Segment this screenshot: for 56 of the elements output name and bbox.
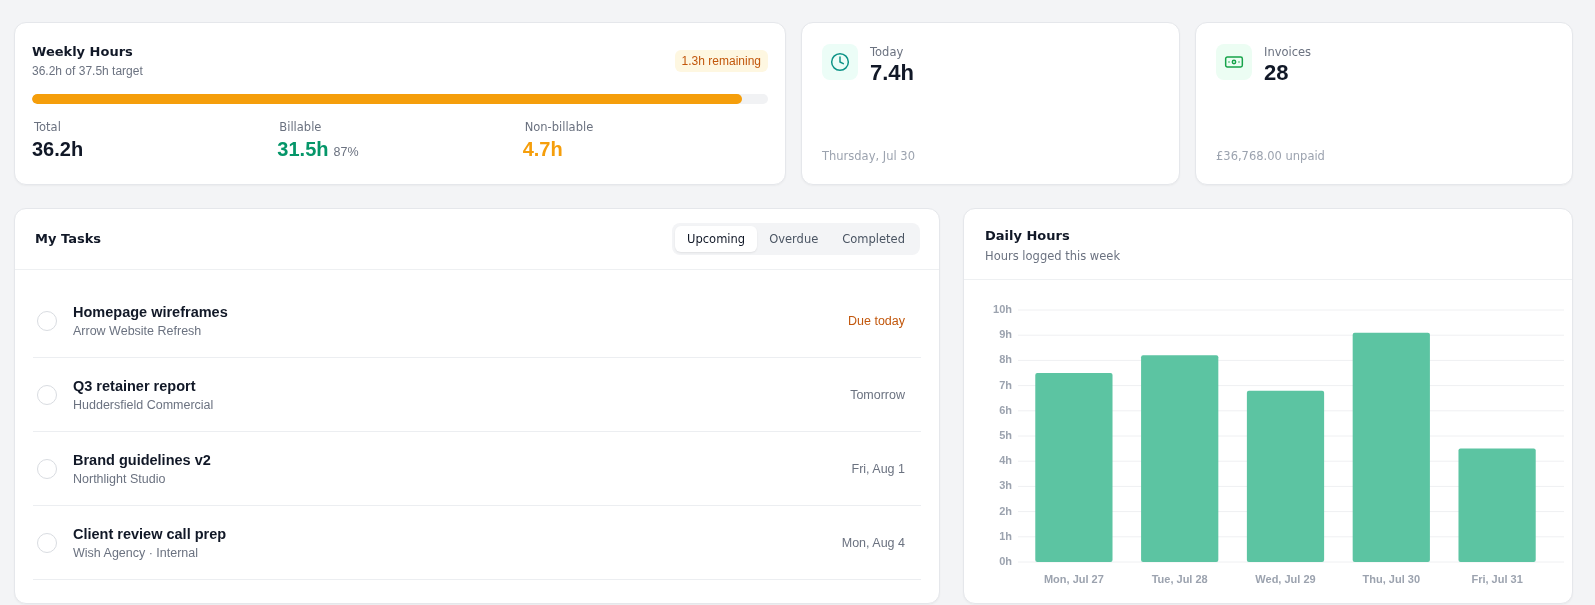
task-project: Arrow Website Refresh: [73, 323, 203, 339]
summary-label: Invoices: [1264, 45, 1312, 59]
task-due-date: Due today: [848, 313, 905, 328]
summary-value: 7.4h: [870, 60, 915, 86]
task-checkbox[interactable]: [37, 384, 57, 405]
card-title: Weekly Hours: [32, 44, 134, 60]
stat-label: Billable: [278, 120, 323, 134]
y-tick-label: 9h: [999, 328, 1012, 341]
remaining-badge: 1.3h remaining: [674, 50, 768, 72]
y-tick-label: 0h: [999, 554, 1012, 567]
x-tick-label: Fri, Jul 31: [1471, 572, 1523, 585]
y-tick-label: 6h: [999, 403, 1012, 416]
task-due-date: Fri, Aug 1: [851, 461, 905, 476]
card-subtitle: 36.2h of 37.5h target: [32, 64, 143, 78]
summary-footer: Thursday, Jul 30: [822, 149, 1159, 163]
stat-value: 31.5h: [277, 137, 329, 161]
y-tick-label: 3h: [999, 479, 1012, 492]
stat-label: Total: [33, 120, 62, 134]
stat-value: 36.2h: [32, 137, 84, 161]
y-tick-label: 10h: [993, 302, 1012, 315]
y-tick-label: 7h: [999, 378, 1012, 391]
x-tick-label: Tue, Jul 28: [1151, 572, 1208, 585]
tab[interactable]: Upcoming: [675, 226, 758, 252]
y-tick-label: 2h: [999, 504, 1012, 517]
card-title: My Tasks: [35, 231, 102, 247]
clock-icon: [822, 44, 858, 80]
summary-footer: £36,768.00 unpaid: [1216, 149, 1552, 163]
task-checkbox[interactable]: [37, 458, 57, 479]
y-tick-label: 5h: [999, 428, 1012, 441]
task-due-date: Mon, Aug 4: [841, 535, 905, 550]
task-checkbox[interactable]: [37, 532, 57, 553]
x-tick-label: Thu, Jul 30: [1362, 572, 1421, 585]
task-project: Wish Agency · Internal: [73, 545, 200, 561]
card-title: Daily Hours: [985, 228, 1071, 244]
task-project: Northlight Studio: [73, 471, 167, 487]
x-tick-label: Wed, Jul 29: [1255, 572, 1316, 585]
stat-percent: 87%: [333, 145, 359, 159]
stat-value: 4.7h: [522, 137, 563, 161]
y-tick-label: 8h: [999, 353, 1012, 366]
y-tick-label: 4h: [999, 454, 1012, 467]
stat-label: Non-billable: [523, 120, 595, 134]
summary-value: 28: [1264, 60, 1290, 86]
task-title: Homepage wireframes: [73, 302, 229, 321]
tab[interactable]: Overdue: [757, 226, 831, 252]
card-subtitle: Hours logged this week: [985, 249, 1122, 263]
banknote-icon: [1216, 44, 1252, 80]
tab[interactable]: Completed: [830, 226, 917, 252]
task-title: Brand guidelines v2: [73, 450, 212, 469]
task-due-date: Tomorrow: [850, 387, 905, 402]
y-tick-label: 1h: [999, 529, 1012, 542]
task-project: Huddersfield Commercial: [73, 397, 215, 413]
summary-label: Today: [870, 45, 905, 59]
x-tick-label: Mon, Jul 27: [1043, 572, 1104, 585]
task-title: Q3 retainer report: [73, 376, 197, 395]
task-title: Client review call prep: [73, 524, 228, 543]
task-checkbox[interactable]: [37, 310, 57, 331]
